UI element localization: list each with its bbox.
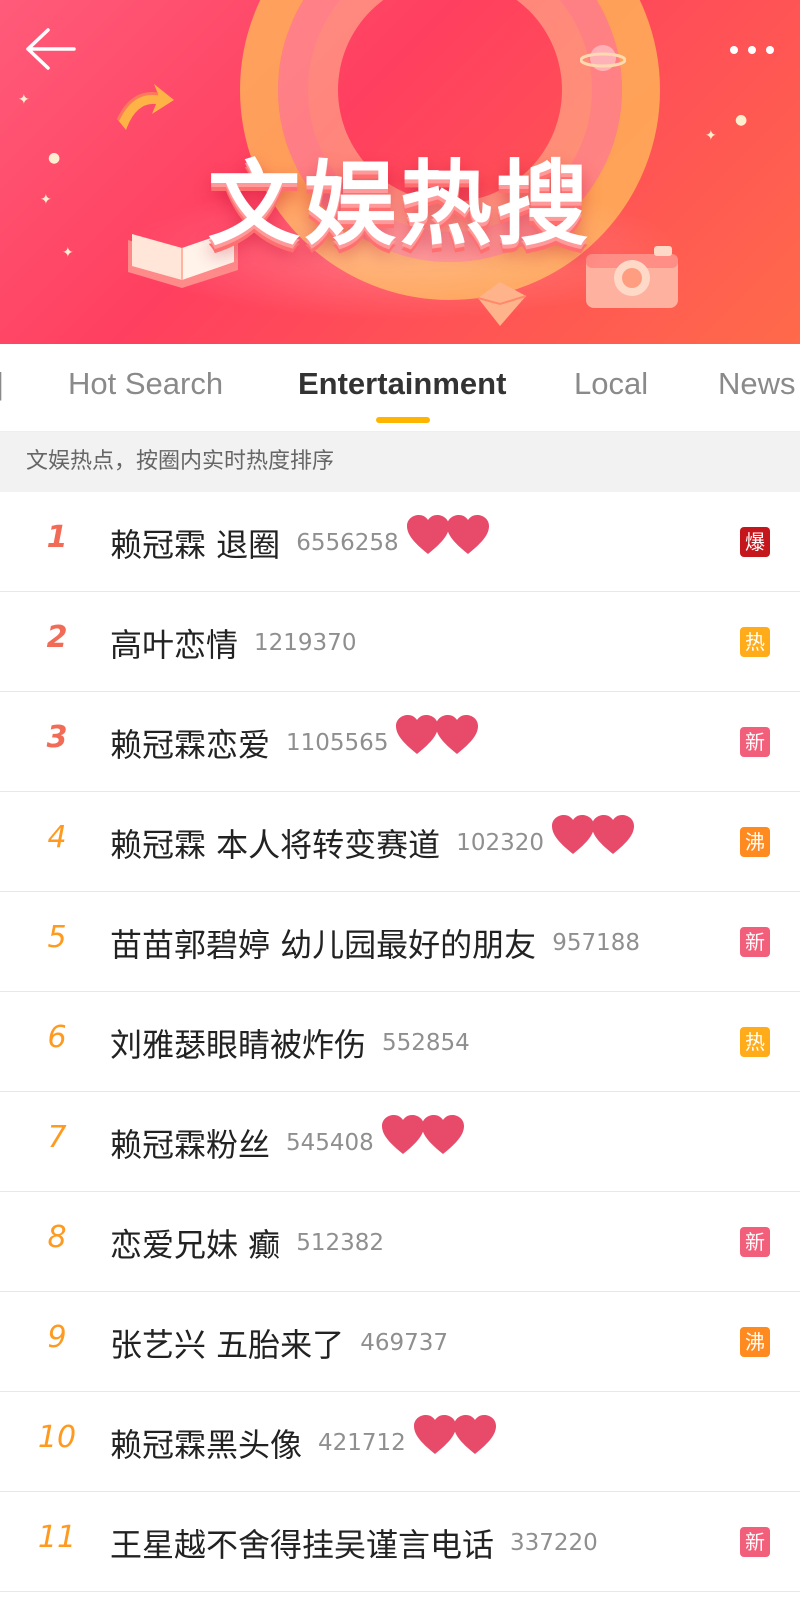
status-badge: 沸 bbox=[740, 827, 770, 857]
item-content: 高叶恋情 1219370 bbox=[110, 620, 356, 666]
heat-count: 545408 bbox=[286, 1130, 374, 1156]
heat-count: 102320 bbox=[456, 830, 544, 856]
gem-icon bbox=[477, 282, 527, 326]
rank-number: 4 bbox=[47, 820, 67, 855]
status-badge: 新 bbox=[740, 727, 770, 757]
hearts-sticker-icon bbox=[394, 714, 479, 760]
topic-title: 刘雅瑟眼睛被炸伤 bbox=[110, 1026, 367, 1064]
tab-overflow-edge: | bbox=[0, 366, 4, 402]
heat-count: 421712 bbox=[318, 1430, 406, 1456]
sparkle-icon: ✦ bbox=[18, 92, 30, 108]
rank-number: 9 bbox=[47, 1320, 67, 1355]
more-button[interactable] bbox=[724, 30, 780, 70]
list-item[interactable]: 11 王星越不舍得挂吴谨言电话 337220 新 bbox=[0, 1492, 800, 1592]
item-content: 张艺兴 五胎来了 469737 bbox=[110, 1320, 448, 1366]
list-item[interactable]: 10 赖冠霖黑头像 421712 bbox=[0, 1392, 800, 1492]
planet-icon bbox=[580, 45, 626, 71]
topic-title: 苗苗郭碧婷 幼儿园最好的朋友 bbox=[110, 926, 537, 964]
item-content: 恋爱兄妹 癫 512382 bbox=[110, 1220, 384, 1266]
heat-count: 6556258 bbox=[296, 530, 399, 556]
topic-title: 高叶恋情 bbox=[110, 626, 239, 664]
tab-bar: | Hot Search Entertainment Local News bbox=[0, 344, 800, 432]
list-description: 文娱热点，按圈内实时热度排序 bbox=[0, 432, 800, 492]
heat-count: 957188 bbox=[552, 930, 640, 956]
list-item[interactable]: 2 高叶恋情 1219370 热 bbox=[0, 592, 800, 692]
status-badge: 热 bbox=[740, 1027, 770, 1057]
hearts-sticker-icon bbox=[550, 814, 634, 860]
rank-number: 7 bbox=[47, 1120, 67, 1155]
heat-count: 512382 bbox=[296, 1230, 384, 1256]
tab-hot-search[interactable]: Hot Search bbox=[68, 366, 223, 402]
rank-number: 6 bbox=[47, 1020, 67, 1055]
topic-title: 张艺兴 五胎来了 bbox=[110, 1326, 345, 1364]
item-content: 王星越不舍得挂吴谨言电话 337220 bbox=[110, 1520, 598, 1566]
hearts-sticker-icon bbox=[412, 1414, 496, 1460]
trending-list: 1 赖冠霖 退圈 6556258 爆 2 高叶恋情 1219370 热 3 赖冠霖恋爱 110556… bbox=[0, 492, 800, 1592]
back-button[interactable] bbox=[22, 24, 82, 76]
back-arrow-icon bbox=[26, 28, 76, 70]
list-item[interactable]: 1 赖冠霖 退圈 6556258 爆 bbox=[0, 492, 800, 592]
heat-count: 337220 bbox=[510, 1530, 598, 1556]
item-content: 赖冠霖 退圈 6556258 bbox=[110, 515, 489, 566]
topic-title: 王星越不舍得挂吴谨言电话 bbox=[110, 1526, 495, 1564]
list-item[interactable]: 5 苗苗郭碧婷 幼儿园最好的朋友 957188 新 bbox=[0, 892, 800, 992]
topic-title: 赖冠霖恋爱 bbox=[110, 726, 271, 764]
status-badge: 新 bbox=[740, 1227, 770, 1257]
item-content: 赖冠霖粉丝 545408 bbox=[110, 1115, 464, 1166]
rank-number: 8 bbox=[47, 1220, 67, 1255]
page-title: 文娱热搜 bbox=[207, 151, 592, 258]
rank-number: 2 bbox=[46, 620, 68, 655]
list-item[interactable]: 9 张艺兴 五胎来了 469737 沸 bbox=[0, 1292, 800, 1392]
tab-entertainment[interactable]: Entertainment bbox=[298, 366, 506, 402]
heat-count: 1105565 bbox=[286, 730, 389, 756]
heat-count: 469737 bbox=[360, 1330, 448, 1356]
rank-number: 10 bbox=[37, 1420, 77, 1455]
status-badge: 爆 bbox=[740, 527, 770, 557]
rank-number: 11 bbox=[37, 1520, 77, 1555]
rank-number: 3 bbox=[46, 720, 68, 755]
topic-title: 赖冠霖粉丝 bbox=[110, 1126, 271, 1164]
topic-title: 赖冠霖黑头像 bbox=[110, 1426, 303, 1464]
rank-number: 5 bbox=[47, 920, 67, 955]
heat-count: 1219370 bbox=[254, 630, 357, 656]
list-item[interactable]: 4 赖冠霖 本人将转变赛道 102320 沸 bbox=[0, 792, 800, 892]
item-content: 刘雅瑟眼睛被炸伤 552854 bbox=[110, 1020, 470, 1066]
topic-title: 赖冠霖 本人将转变赛道 bbox=[110, 826, 441, 864]
tab-local[interactable]: Local bbox=[574, 366, 648, 402]
sparkle-icon: ● bbox=[735, 112, 748, 128]
item-content: 苗苗郭碧婷 幼儿园最好的朋友 957188 bbox=[110, 920, 640, 966]
item-content: 赖冠霖黑头像 421712 bbox=[110, 1415, 496, 1466]
hearts-sticker-icon bbox=[380, 1114, 464, 1160]
rank-number: 1 bbox=[46, 520, 68, 555]
list-item[interactable]: 6 刘雅瑟眼睛被炸伤 552854 热 bbox=[0, 992, 800, 1092]
status-badge: 沸 bbox=[740, 1327, 770, 1357]
active-tab-indicator bbox=[376, 417, 430, 423]
hearts-sticker-icon bbox=[405, 514, 489, 560]
status-badge: 新 bbox=[740, 1527, 770, 1557]
topic-title: 恋爱兄妹 癫 bbox=[110, 1226, 281, 1264]
list-item[interactable]: 7 赖冠霖粉丝 545408 bbox=[0, 1092, 800, 1192]
topic-title: 赖冠霖 退圈 bbox=[110, 526, 281, 564]
heat-count: 552854 bbox=[382, 1030, 470, 1056]
more-dots-icon bbox=[730, 46, 774, 54]
status-badge: 新 bbox=[740, 927, 770, 957]
status-badge: 热 bbox=[740, 627, 770, 657]
tab-news[interactable]: News bbox=[718, 366, 796, 402]
item-content: 赖冠霖恋爱 1105565 bbox=[110, 715, 479, 766]
list-item[interactable]: 8 恋爱兄妹 癫 512382 新 bbox=[0, 1192, 800, 1292]
item-content: 赖冠霖 本人将转变赛道 102320 bbox=[110, 815, 634, 866]
header-banner: ✦ ● ✦ ✦ ● ✦ 文娱热搜 bbox=[0, 0, 800, 344]
list-item[interactable]: 3 赖冠霖恋爱 1105565 新 bbox=[0, 692, 800, 792]
